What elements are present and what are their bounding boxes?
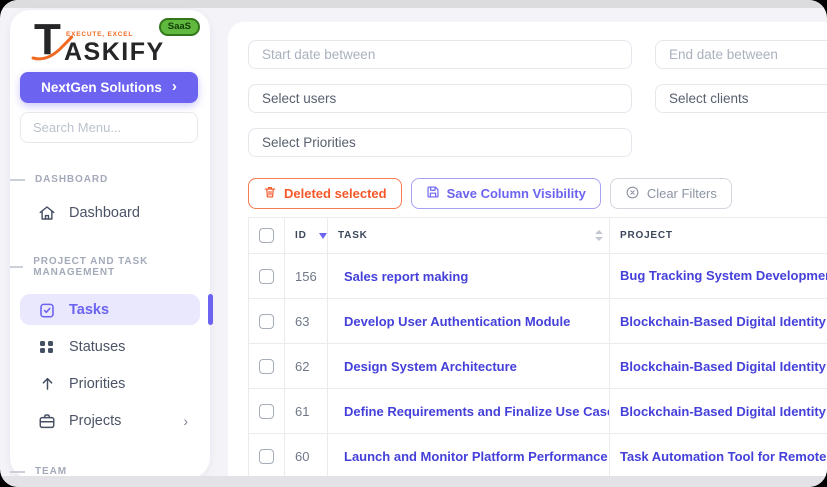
delete-selected-label: Deleted selected xyxy=(284,186,387,201)
clear-filters-label: Clear Filters xyxy=(647,186,717,201)
task-id: 63 xyxy=(285,299,328,344)
grid-dots-icon xyxy=(38,338,56,356)
arrow-up-icon xyxy=(38,375,56,393)
sidebar-item-label: Tasks xyxy=(69,302,109,318)
filters-panel: Select users Select clients Select Prior… xyxy=(248,40,827,157)
sidebar-item-label: Priorities xyxy=(69,376,125,392)
sidebar-item-dashboard[interactable]: Dashboard xyxy=(20,197,200,228)
task-link[interactable]: Launch and Monitor Platform Performance xyxy=(344,449,608,464)
end-date-filter-input[interactable] xyxy=(655,40,827,69)
save-column-visibility-button[interactable]: Save Column Visibility xyxy=(411,178,601,209)
section-title: DASHBOARD xyxy=(35,174,108,185)
sidebar-item-label: Statuses xyxy=(69,339,125,355)
logo-tagline: EXECUTE, EXCEL xyxy=(66,31,133,38)
column-label: PROJECT xyxy=(620,230,673,241)
sidebar: T EXECUTE, EXCEL SaaS ASKIFY NextGen Sol… xyxy=(10,10,210,478)
delete-selected-button[interactable]: Deleted selected xyxy=(248,178,402,209)
project-link[interactable]: Task Automation Tool for Remote Teams xyxy=(620,449,827,464)
save-column-visibility-label: Save Column Visibility xyxy=(447,186,586,201)
column-header-id[interactable]: ID xyxy=(285,218,328,254)
window-bottom-strip xyxy=(0,476,827,487)
task-link[interactable]: Define Requirements and Finalize Use Cas… xyxy=(344,404,610,419)
task-link[interactable]: Design System Architecture xyxy=(344,359,517,374)
sort-desc-icon xyxy=(319,233,327,239)
table-row: 60 Launch and Monitor Platform Performan… xyxy=(249,434,827,479)
task-link[interactable]: Sales report making xyxy=(344,269,468,284)
section-dash xyxy=(10,266,23,268)
table-row: 62 Design System Architecture Blockchain… xyxy=(249,344,827,389)
row-checkbox[interactable] xyxy=(259,314,274,329)
logo-wordmark: ASKIFY xyxy=(64,38,165,67)
start-date-filter-input[interactable] xyxy=(248,40,632,69)
project-link[interactable]: Blockchain-Based Digital Identity System xyxy=(620,359,827,374)
row-checkbox[interactable] xyxy=(259,404,274,419)
select-priorities-dropdown[interactable]: Select Priorities xyxy=(248,128,632,157)
menu-search-input[interactable] xyxy=(20,112,198,143)
sidebar-item-label: Dashboard xyxy=(69,205,140,221)
select-users-dropdown[interactable]: Select users xyxy=(248,84,632,113)
table-row: 63 Develop User Authentication Module Bl… xyxy=(249,299,827,344)
section-dash xyxy=(10,471,25,473)
row-checkbox[interactable] xyxy=(259,449,274,464)
sidebar-nav: DASHBOARD Dashboard PROJECT AND TASK MAN… xyxy=(10,150,210,477)
section-dash xyxy=(10,179,25,181)
select-clients-dropdown[interactable]: Select clients xyxy=(655,84,827,113)
workspace-button-label: NextGen Solutions xyxy=(41,80,162,95)
main-content: Select users Select clients Select Prior… xyxy=(228,22,827,478)
sidebar-item-statuses[interactable]: Statuses xyxy=(20,331,200,362)
column-label: ID xyxy=(295,230,307,241)
task-link[interactable]: Develop User Authentication Module xyxy=(344,314,570,329)
active-indicator-bar xyxy=(208,294,213,325)
clear-filters-button[interactable]: Clear Filters xyxy=(610,178,732,209)
table-row: 61 Define Requirements and Finalize Use … xyxy=(249,389,827,434)
task-id: 62 xyxy=(285,344,328,389)
column-header-project[interactable]: PROJECT xyxy=(610,218,827,254)
row-checkbox[interactable] xyxy=(259,359,274,374)
sort-toggle-icon xyxy=(595,230,603,241)
select-all-checkbox[interactable] xyxy=(259,228,274,243)
saas-badge: SaaS xyxy=(159,18,200,36)
chevron-right-icon: › xyxy=(183,413,188,429)
table-header-row: ID TASK PROJECT xyxy=(249,218,827,254)
sidebar-item-label: Projects xyxy=(69,413,121,429)
column-label: TASK xyxy=(338,230,368,241)
app-screen: T EXECUTE, EXCEL SaaS ASKIFY NextGen Sol… xyxy=(0,0,827,487)
window-top-strip xyxy=(0,0,827,8)
nav-section-dashboard: DASHBOARD xyxy=(10,174,210,185)
circle-x-icon xyxy=(625,185,640,203)
task-id: 60 xyxy=(285,434,328,479)
sidebar-item-projects[interactable]: Projects › xyxy=(20,405,200,436)
trash-icon xyxy=(263,185,277,202)
project-link[interactable]: Blockchain-Based Digital Identity System xyxy=(620,404,827,419)
chevron-right-icon: › xyxy=(172,78,177,95)
taskify-logo: T EXECUTE, EXCEL SaaS ASKIFY xyxy=(34,22,186,70)
task-id: 61 xyxy=(285,389,328,434)
home-icon xyxy=(38,204,56,222)
table-row: 156 Sales report making Bug Tracking Sys… xyxy=(249,254,827,299)
briefcase-icon xyxy=(38,412,56,430)
workspace-button[interactable]: NextGen Solutions › xyxy=(20,72,198,103)
row-checkbox[interactable] xyxy=(259,269,274,284)
nav-section-project-task: PROJECT AND TASK MANAGEMENT xyxy=(10,256,210,278)
column-header-task[interactable]: TASK xyxy=(328,218,610,254)
table-actions: Deleted selected Save Column Visibility xyxy=(248,178,827,209)
task-id: 156 xyxy=(285,254,328,299)
project-link[interactable]: Bug Tracking System Development xyxy=(620,268,827,283)
sidebar-item-tasks[interactable]: Tasks xyxy=(20,294,200,325)
task-check-icon xyxy=(38,301,56,319)
sidebar-item-priorities[interactable]: Priorities xyxy=(20,368,200,399)
save-icon xyxy=(426,185,440,202)
project-link[interactable]: Blockchain-Based Digital Identity System xyxy=(620,314,827,329)
tasks-table: ID TASK PROJECT xyxy=(248,217,827,479)
section-title: PROJECT AND TASK MANAGEMENT xyxy=(33,256,210,278)
